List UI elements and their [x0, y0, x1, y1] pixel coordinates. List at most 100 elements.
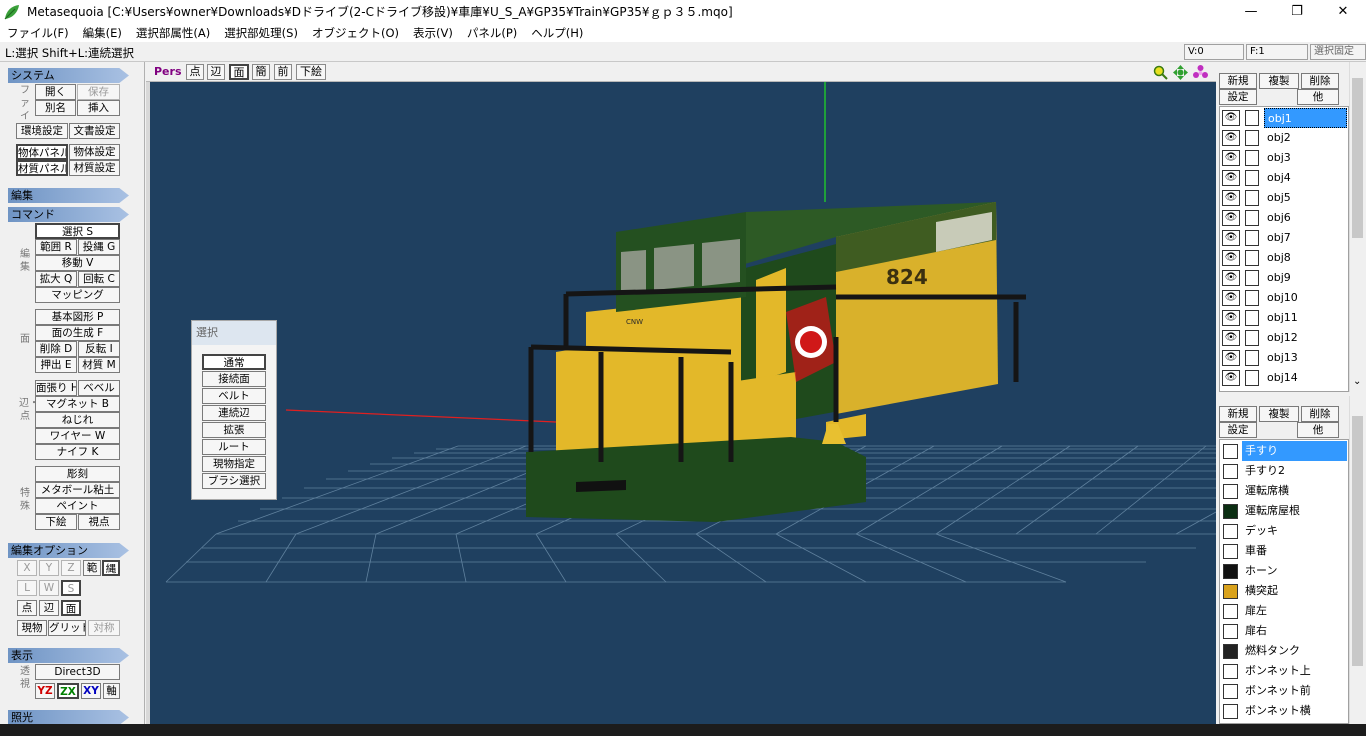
material-row[interactable]: 扉左: [1220, 601, 1348, 621]
material-settings-button[interactable]: 材質設定: [69, 160, 120, 176]
object-delete-button[interactable]: 削除: [1301, 73, 1339, 89]
mapping-tool-button[interactable]: マッピング: [35, 287, 120, 303]
symmetry-toggle[interactable]: 対称: [88, 620, 120, 636]
bevel-tool-button[interactable]: ベベル: [78, 380, 120, 396]
lock-icon[interactable]: [1245, 170, 1259, 186]
underlay-tool-button[interactable]: 下絵: [35, 514, 77, 530]
rotate-tool-button[interactable]: 回転 C: [78, 271, 120, 287]
flip-tool-button[interactable]: 反転 I: [78, 341, 120, 357]
object-name[interactable]: obj12: [1264, 328, 1347, 348]
select-mode-brush[interactable]: ブラシ選択: [202, 473, 266, 489]
object-row[interactable]: 👁 obj6: [1220, 208, 1348, 228]
object-row[interactable]: 👁 obj10: [1220, 288, 1348, 308]
pan-icon[interactable]: [1173, 65, 1188, 80]
material-name[interactable]: デッキ: [1242, 521, 1347, 541]
perspective-label[interactable]: Pers: [154, 65, 182, 78]
material-name[interactable]: 運転席横: [1242, 481, 1347, 501]
object-row[interactable]: 👁 obj8: [1220, 248, 1348, 268]
object-list-scrollbar[interactable]: ⌄: [1349, 62, 1365, 392]
world-coord-button[interactable]: W: [39, 580, 59, 596]
lock-icon[interactable]: [1245, 230, 1259, 246]
axis-y-lock[interactable]: Y: [39, 560, 59, 576]
select-tool-button[interactable]: 選択 S: [35, 223, 120, 239]
material-list-scrollbar[interactable]: [1349, 396, 1365, 724]
section-edit[interactable]: 編集: [8, 188, 129, 203]
object-settings-button-panel[interactable]: 設定: [1219, 89, 1257, 105]
object-row[interactable]: 👁 obj12: [1220, 328, 1348, 348]
close-button[interactable]: ✕: [1320, 0, 1366, 23]
material-name[interactable]: ボンネット横: [1242, 701, 1347, 721]
eye-icon[interactable]: 👁: [1222, 330, 1240, 346]
eye-icon[interactable]: 👁: [1222, 270, 1240, 286]
eye-icon[interactable]: 👁: [1222, 350, 1240, 366]
paint-tool-button[interactable]: ペイント: [35, 498, 120, 514]
stretch-tool-button[interactable]: 面張り H: [35, 380, 77, 396]
material-new-button[interactable]: 新規: [1219, 406, 1257, 422]
object-name[interactable]: obj1: [1264, 108, 1347, 128]
face-gen-tool-button[interactable]: 面の生成 F: [35, 325, 120, 341]
axis-display-toggle[interactable]: 軸: [103, 683, 120, 699]
material-row[interactable]: 運転席屋根: [1220, 501, 1348, 521]
select-panel-title[interactable]: 選択: [192, 321, 276, 345]
select-mode-current-object[interactable]: 現物指定: [202, 456, 266, 472]
save-button[interactable]: 保存: [77, 84, 120, 100]
object-row[interactable]: 👁 obj1: [1220, 108, 1348, 128]
menu-view[interactable]: 表示(V): [406, 25, 460, 41]
eye-icon[interactable]: 👁: [1222, 170, 1240, 186]
current-object-toggle[interactable]: 現物: [17, 620, 47, 636]
eye-icon[interactable]: 👁: [1222, 310, 1240, 326]
material-name[interactable]: ホーン: [1242, 561, 1347, 581]
wire-tool-button[interactable]: ワイヤー W: [35, 428, 120, 444]
section-system[interactable]: システム: [8, 68, 129, 83]
material-delete-button[interactable]: 削除: [1301, 406, 1339, 422]
select-mode-belt[interactable]: ベルト: [202, 388, 266, 404]
selection-lock-toggle[interactable]: 選択固定: [1310, 44, 1366, 60]
viewport-scene[interactable]: 824 CNW: [146, 62, 1216, 724]
twist-tool-button[interactable]: ねじれ: [35, 412, 120, 428]
view-face-toggle[interactable]: 面: [229, 64, 249, 80]
object-panel-toggle[interactable]: 物体パネル: [16, 144, 68, 160]
lock-icon[interactable]: [1245, 350, 1259, 366]
knife-tool-button[interactable]: ナイフ K: [35, 444, 120, 460]
primitive-tool-button[interactable]: 基本図形 P: [35, 309, 120, 325]
scroll-down-arrow-icon[interactable]: ⌄: [1353, 376, 1361, 387]
select-point-toggle[interactable]: 点: [17, 600, 37, 616]
material-row[interactable]: ホーン: [1220, 561, 1348, 581]
material-row[interactable]: ボンネット上: [1220, 661, 1348, 681]
material-row[interactable]: デッキ: [1220, 521, 1348, 541]
menu-file[interactable]: ファイル(F): [0, 25, 76, 41]
eye-icon[interactable]: 👁: [1222, 190, 1240, 206]
axis-x-lock[interactable]: X: [17, 560, 37, 576]
minimize-button[interactable]: —: [1228, 0, 1274, 23]
material-row[interactable]: 扉右: [1220, 621, 1348, 641]
view-underlay-toggle[interactable]: 下絵: [296, 64, 326, 80]
object-new-button[interactable]: 新規: [1219, 73, 1257, 89]
open-button[interactable]: 開く: [35, 84, 76, 100]
section-lighting[interactable]: 照光: [8, 710, 129, 725]
material-name[interactable]: 車番: [1242, 541, 1347, 561]
object-settings-button[interactable]: 物体設定: [69, 144, 120, 160]
object-name[interactable]: obj11: [1264, 308, 1347, 328]
magnet-tool-button[interactable]: マグネット B: [35, 396, 120, 412]
material-other-button[interactable]: 他: [1297, 422, 1339, 438]
range-tool-button[interactable]: 範囲 R: [35, 239, 77, 255]
object-name[interactable]: obj4: [1264, 168, 1347, 188]
menu-edit[interactable]: 編集(E): [76, 25, 129, 41]
material-name[interactable]: 手すり2: [1242, 461, 1347, 481]
object-name[interactable]: obj5: [1264, 188, 1347, 208]
material-row[interactable]: 運転席横: [1220, 481, 1348, 501]
object-name[interactable]: obj6: [1264, 208, 1347, 228]
object-name[interactable]: obj13: [1264, 348, 1347, 368]
lock-icon[interactable]: [1245, 310, 1259, 326]
material-row[interactable]: ボンネット横: [1220, 701, 1348, 721]
extrude-tool-button[interactable]: 押出 E: [35, 357, 77, 373]
viewpoint-tool-button[interactable]: 視点: [78, 514, 120, 530]
material-row[interactable]: 手すり: [1220, 441, 1348, 461]
menu-object[interactable]: オブジェクト(O): [305, 25, 406, 41]
view-zx-button[interactable]: ZX: [57, 683, 79, 699]
eye-icon[interactable]: 👁: [1222, 370, 1240, 386]
material-name[interactable]: 燃料タンク: [1242, 641, 1347, 661]
object-row[interactable]: 👁 obj13: [1220, 348, 1348, 368]
section-display[interactable]: 表示: [8, 648, 129, 663]
view-simple-toggle[interactable]: 簡: [252, 64, 270, 80]
